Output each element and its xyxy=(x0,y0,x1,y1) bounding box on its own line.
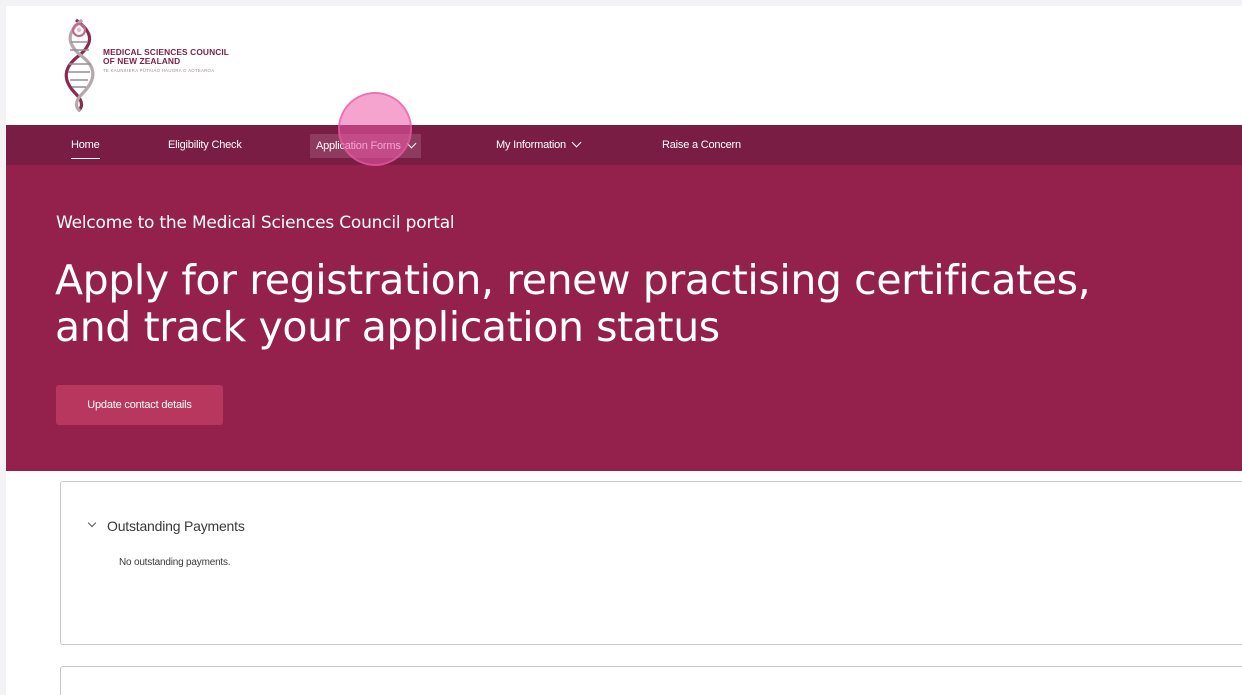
chevron-down-icon xyxy=(571,137,582,148)
chevron-down-icon xyxy=(87,518,97,528)
hero-title: Apply for registration, renew practising… xyxy=(55,256,1091,351)
outstanding-payments-card: Outstanding Payments No outstanding paym… xyxy=(60,481,1242,645)
hero-welcome-text: Welcome to the Medical Sciences Council … xyxy=(56,213,455,233)
nav-item-my-information-label: My Information xyxy=(496,139,566,151)
nav-item-eligibility-check[interactable]: Eligibility Check xyxy=(168,125,242,165)
nav-item-application-forms[interactable]: Application Forms xyxy=(310,134,421,158)
brand-name-line2: OF NEW ZEALAND xyxy=(103,56,181,66)
outstanding-payments-title: Outstanding Payments xyxy=(107,518,245,534)
hero-banner: Welcome to the Medical Sciences Council … xyxy=(6,165,1242,471)
dna-helix-icon[interactable] xyxy=(62,16,104,113)
outstanding-payments-message: No outstanding payments. xyxy=(119,557,231,568)
nav-item-my-information[interactable]: My Information xyxy=(496,125,582,165)
chevron-down-icon xyxy=(406,138,417,149)
nav-item-application-forms-label: Application Forms xyxy=(316,140,401,152)
main-nav: Home Eligibility Check Application Forms… xyxy=(6,125,1242,165)
update-contact-details-button[interactable]: Update contact details xyxy=(56,385,223,425)
brand-logo-text[interactable]: MEDICAL SCIENCES COUNCIL OF NEW ZEALAND … xyxy=(103,48,229,74)
page: MEDICAL SCIENCES COUNCIL OF NEW ZEALAND … xyxy=(6,6,1242,695)
nav-item-eligibility-label: Eligibility Check xyxy=(168,139,242,151)
nav-item-raise-a-concern-label: Raise a Concern xyxy=(662,139,741,151)
active-underline xyxy=(71,158,100,159)
nav-item-raise-a-concern[interactable]: Raise a Concern xyxy=(662,125,741,165)
nav-item-home[interactable]: Home xyxy=(71,125,100,165)
outstanding-payments-toggle[interactable]: Outstanding Payments xyxy=(87,518,245,534)
brand-subtitle: TE KAUNIHERA PŪTAIAO HAUORA O AOTEAROA xyxy=(103,68,215,73)
secondary-card xyxy=(60,666,1242,695)
nav-item-home-label: Home xyxy=(71,139,100,151)
site-header: MEDICAL SCIENCES COUNCIL OF NEW ZEALAND … xyxy=(6,6,1242,124)
